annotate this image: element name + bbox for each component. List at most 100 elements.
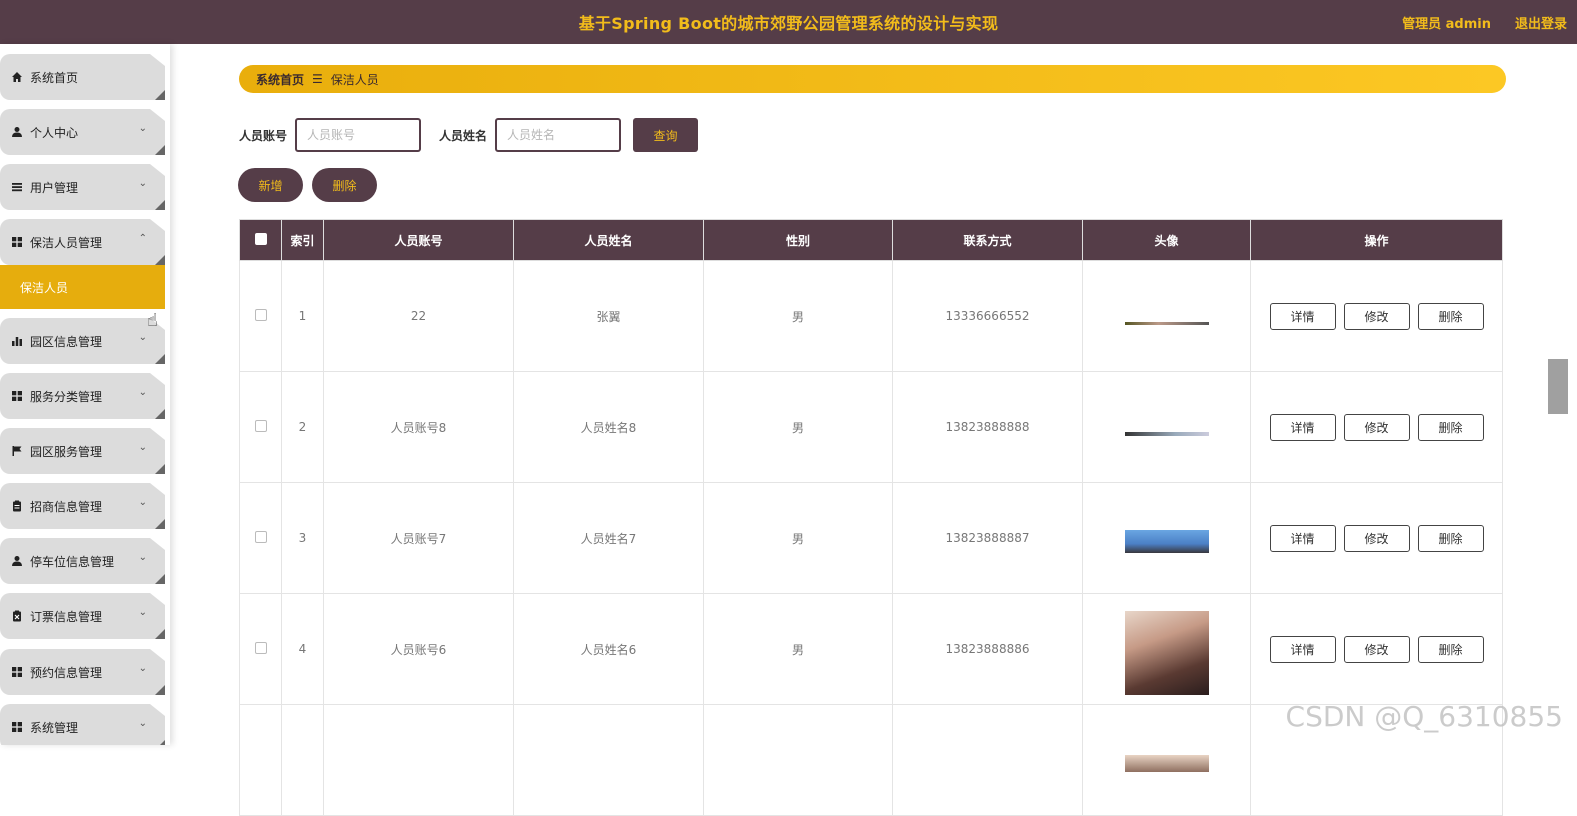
name-label: 人员姓名 (439, 127, 487, 144)
edit-button[interactable]: 修改 (1344, 636, 1410, 663)
index-cell: 4 (282, 594, 324, 705)
batch-delete-button[interactable]: 删除 (312, 168, 377, 202)
index-cell: 3 (282, 483, 324, 594)
phone-cell: 13823888887 (893, 483, 1083, 594)
breadcrumb-separator-icon: ☰ (312, 72, 323, 86)
user-icon (10, 554, 24, 568)
row-checkbox[interactable] (255, 531, 267, 543)
action-bar: 新增 删除 (238, 168, 377, 202)
detail-button[interactable]: 详情 (1270, 303, 1336, 330)
watermark: CSDN @Q_6310855 (1286, 700, 1563, 733)
sidebar-subitem-label: 保洁人员 (20, 279, 68, 296)
index-cell: 2 (282, 372, 324, 483)
account-cell: 人员账号6 (324, 594, 514, 705)
chevron-up-icon: ⌃ (139, 233, 147, 244)
list-icon (10, 180, 24, 194)
scrollbar-thumb[interactable] (1548, 359, 1568, 414)
sidebar-item-label: 系统首页 (30, 69, 78, 86)
gender-cell: 男 (704, 372, 893, 483)
sidebar-item-service-category[interactable]: 服务分类管理 ⌄ (0, 373, 165, 419)
sidebar-item-home[interactable]: 系统首页 (0, 54, 165, 100)
phone-cell: 13823888888 (893, 372, 1083, 483)
clipboard-x-icon (10, 609, 24, 623)
header-right: 管理员 admin 退出登录 (1402, 0, 1567, 44)
chevron-down-icon: ⌄ (139, 663, 147, 674)
delete-button[interactable]: 删除 (1418, 525, 1484, 552)
select-all-cell[interactable] (240, 220, 282, 261)
delete-button[interactable]: 删除 (1418, 303, 1484, 330)
grid-icon (10, 389, 24, 403)
sidebar-item-park-info[interactable]: 园区信息管理 ⌄ (0, 318, 165, 364)
chevron-down-icon: ⌄ (139, 552, 147, 563)
sidebar-item-label: 保洁人员管理 (30, 234, 102, 251)
sidebar-item-label: 预约信息管理 (30, 664, 102, 681)
edit-button[interactable]: 修改 (1344, 414, 1410, 441)
table-row: 3 人员账号7 人员姓名7 男 13823888887 详情 修改 删除 (240, 483, 1503, 594)
row-checkbox[interactable] (255, 642, 267, 654)
delete-button[interactable]: 删除 (1418, 414, 1484, 441)
sidebar-item-reservations[interactable]: 预约信息管理 ⌄ (0, 649, 165, 695)
admin-label: 管理员 admin (1402, 13, 1491, 32)
chevron-down-icon: ⌄ (139, 497, 147, 508)
phone-cell: 13823888886 (893, 594, 1083, 705)
account-cell: 人员账号7 (324, 483, 514, 594)
phone-cell: 13336666552 (893, 261, 1083, 372)
chevron-down-icon: ⌄ (139, 718, 147, 729)
row-checkbox[interactable] (255, 420, 267, 432)
grid-icon (10, 235, 24, 249)
row-checkbox[interactable] (255, 309, 267, 321)
detail-button[interactable]: 详情 (1270, 636, 1336, 663)
breadcrumb-home[interactable]: 系统首页 (256, 71, 304, 88)
sidebar-item-parking[interactable]: 停车位信息管理 ⌄ (0, 538, 165, 584)
name-search-input[interactable] (495, 118, 621, 152)
grid-icon (10, 720, 24, 734)
add-button[interactable]: 新增 (238, 168, 303, 202)
gender-cell: 男 (704, 483, 893, 594)
gender-cell: 男 (704, 594, 893, 705)
sidebar-item-label: 招商信息管理 (30, 498, 102, 515)
chevron-down-icon: ⌄ (139, 123, 147, 134)
top-bar: 基于Spring Boot的城市郊野公园管理系统的设计与实现 管理员 admin… (0, 0, 1577, 44)
select-all-checkbox[interactable] (255, 233, 267, 245)
breadcrumb: 系统首页 ☰ 保洁人员 (239, 65, 1506, 93)
gender-cell: 男 (704, 261, 893, 372)
user-icon (10, 125, 24, 139)
avatar (1125, 755, 1209, 772)
sidebar-item-investment[interactable]: 招商信息管理 ⌄ (0, 483, 165, 529)
delete-button[interactable]: 删除 (1418, 636, 1484, 663)
account-label: 人员账号 (239, 127, 287, 144)
avatar (1125, 611, 1209, 695)
sidebar-item-label: 用户管理 (30, 179, 78, 196)
sidebar-item-tickets[interactable]: 订票信息管理 ⌄ (0, 593, 165, 639)
sidebar-item-label: 园区信息管理 (30, 333, 102, 350)
column-header: 索引 (282, 220, 324, 261)
avatar (1125, 530, 1209, 553)
sidebar-item-park-service[interactable]: 园区服务管理 ⌄ (0, 428, 165, 474)
table-row: 4 人员账号6 人员姓名6 男 13823888886 详情 修改 删除 (240, 594, 1503, 705)
mouse-pointer-icon: ☝ (147, 310, 158, 331)
query-button[interactable]: 查询 (633, 118, 698, 152)
account-search-input[interactable] (295, 118, 421, 152)
edit-button[interactable]: 修改 (1344, 525, 1410, 552)
sidebar-item-cleaners[interactable]: 保洁人员管理 ⌃ (0, 219, 165, 265)
sidebar-item-system[interactable]: 系统管理 ⌄ (0, 704, 165, 745)
detail-button[interactable]: 详情 (1270, 525, 1336, 552)
table-row: 1 22 张翼 男 13336666552 详情 修改 删除 (240, 261, 1503, 372)
account-cell: 人员账号8 (324, 372, 514, 483)
sidebar-item-personal[interactable]: 个人中心 ⌄ (0, 109, 165, 155)
sidebar-item-label: 系统管理 (30, 719, 78, 736)
edit-button[interactable]: 修改 (1344, 303, 1410, 330)
sidebar-item-label: 服务分类管理 (30, 388, 102, 405)
avatar (1125, 322, 1209, 325)
detail-button[interactable]: 详情 (1270, 414, 1336, 441)
sidebar: 系统首页 个人中心 ⌄ 用户管理 ⌄ 保洁人员管理 ⌃ 保洁人员 园区信息管理 … (0, 44, 170, 745)
sidebar-subitem-cleaners[interactable]: 保洁人员 (0, 265, 165, 309)
logout-link[interactable]: 退出登录 (1515, 13, 1567, 32)
column-header: 头像 (1083, 220, 1251, 261)
sidebar-item-users[interactable]: 用户管理 ⌄ (0, 164, 165, 210)
name-cell: 张翼 (514, 261, 704, 372)
home-icon (10, 70, 24, 84)
column-header: 操作 (1251, 220, 1503, 261)
app-title: 基于Spring Boot的城市郊野公园管理系统的设计与实现 (579, 10, 999, 34)
name-cell: 人员姓名8 (514, 372, 704, 483)
